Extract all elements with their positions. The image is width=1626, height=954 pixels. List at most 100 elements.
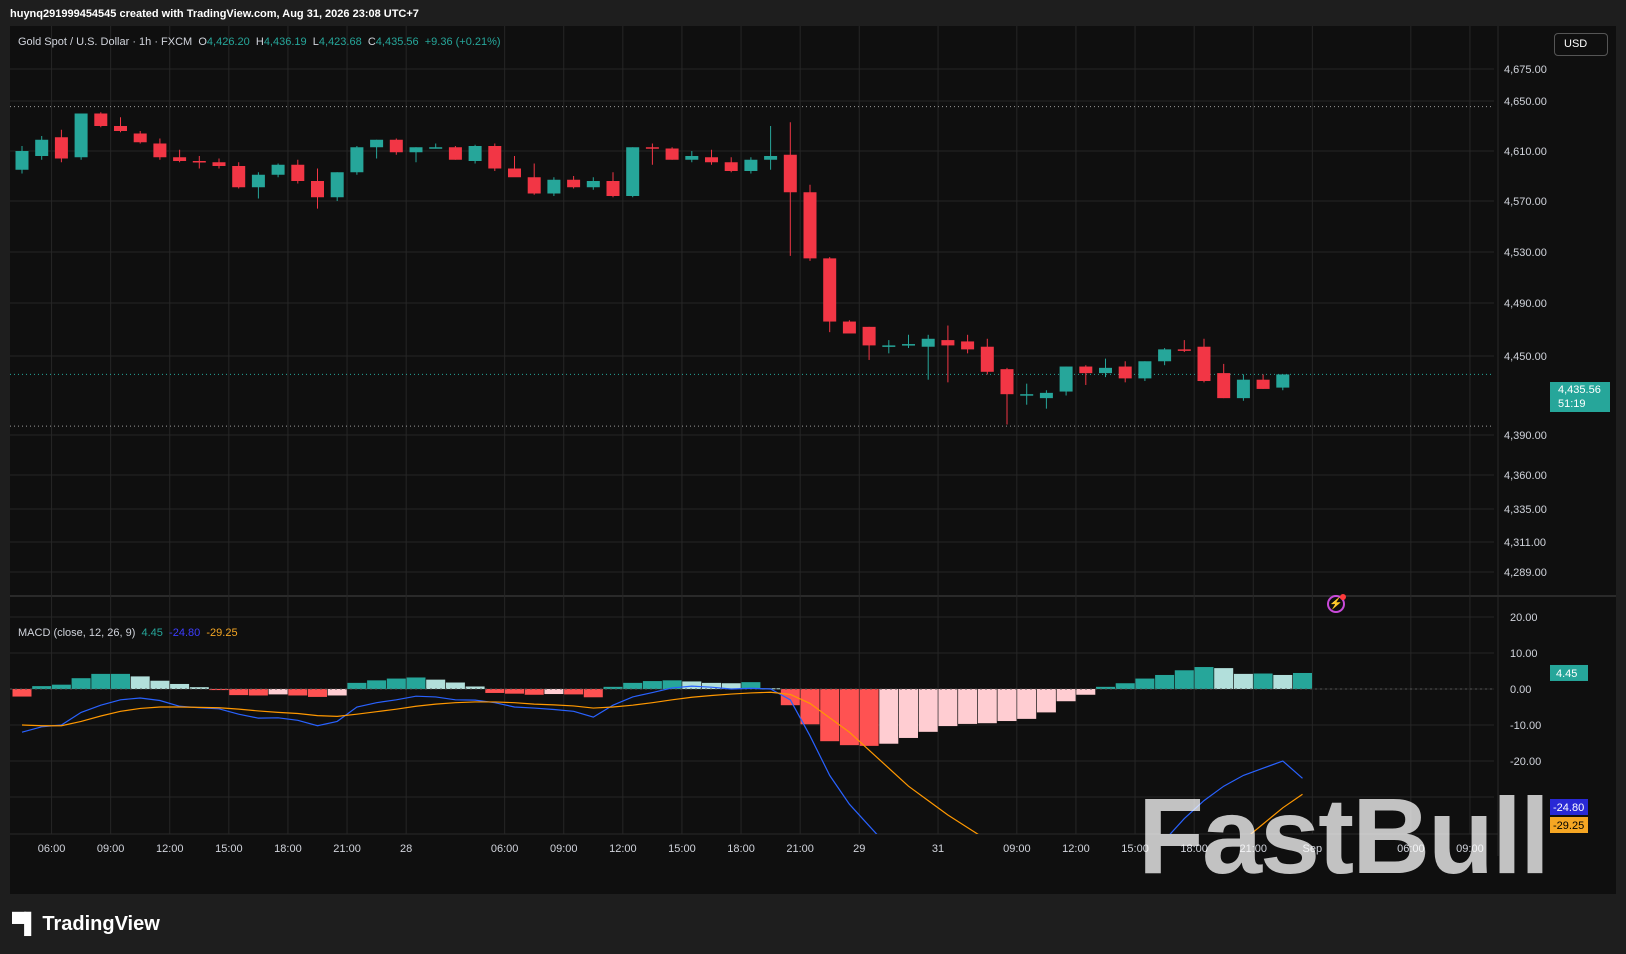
- chart-frame[interactable]: 4,675.00 4,650.00 4,610.00 4,570.00 4,530.00…: [10, 26, 1616, 894]
- macd-histogram-bar: [327, 689, 347, 696]
- candle-body: [114, 126, 127, 131]
- candle-body: [232, 166, 246, 188]
- time-tick-label: 12:00: [156, 843, 184, 855]
- flash-alert-icon[interactable]: ⚡: [1327, 594, 1346, 613]
- macd-histogram-bar: [130, 676, 150, 689]
- signal-line-tag: -29.25: [1553, 820, 1584, 832]
- candle-body: [941, 340, 955, 346]
- symbol-legend: Gold Spot / U.S. Dollar · 1h · FXCM O4,4…: [18, 36, 501, 48]
- candle-body: [1020, 394, 1034, 396]
- candle-body: [1039, 392, 1053, 399]
- macd-histogram-bar: [879, 689, 899, 744]
- macd-legend: MACD (close, 12, 26, 9) 4.45 -24.80 -29.…: [18, 627, 238, 639]
- symbol-title[interactable]: Gold Spot / U.S. Dollar · 1h · FXCM: [18, 36, 192, 48]
- macd-histogram-bar: [406, 677, 426, 689]
- candle-body: [783, 154, 797, 193]
- macd-histogram-bar: [150, 680, 170, 689]
- candle-body: [1118, 366, 1132, 379]
- change-value: +9.36 (+0.21%): [424, 36, 501, 48]
- macd-histogram-bar: [170, 683, 190, 689]
- candle-body: [527, 177, 541, 194]
- candle-body: [645, 147, 659, 149]
- candle-body: [626, 147, 640, 196]
- candle-body: [842, 321, 856, 334]
- candle-body: [902, 344, 915, 346]
- price-tick-label: 4,360.00: [1504, 470, 1547, 482]
- candle-body: [705, 157, 718, 163]
- time-tick-label: 28: [400, 843, 412, 855]
- macd-histogram-bar: [12, 689, 32, 697]
- candle-body: [1158, 349, 1172, 362]
- candle-body: [35, 139, 49, 156]
- tradingview-logo-icon: ▀▌: [12, 913, 38, 935]
- price-tick-label: 4,530.00: [1504, 247, 1547, 259]
- chart-svg[interactable]: 4,675.00 4,650.00 4,610.00 4,570.00 4,530.00…: [10, 26, 1616, 894]
- macd-histogram-bar: [248, 689, 268, 696]
- macd-hist-tag: 4.45: [1556, 668, 1577, 680]
- candle-body: [882, 345, 896, 347]
- macd-histogram-bar: [800, 689, 820, 725]
- candle-body: [1256, 379, 1270, 389]
- macd-histogram-bar: [1155, 674, 1175, 689]
- candle-body: [586, 181, 600, 188]
- open-value: 4,426.20: [206, 36, 250, 48]
- candle-body: [606, 181, 620, 196]
- candle-body: [429, 147, 443, 149]
- candle-body: [133, 133, 147, 143]
- price-tick-label: 4,650.00: [1504, 96, 1547, 108]
- candle-body: [409, 147, 423, 153]
- currency-button[interactable]: USD: [1554, 33, 1608, 56]
- candle-body: [468, 146, 482, 161]
- price-tick-label: 4,450.00: [1504, 351, 1547, 363]
- close-label: C: [367, 36, 376, 48]
- macd-histogram-bar: [1253, 673, 1273, 689]
- candle-body: [251, 174, 265, 188]
- candle-body: [370, 139, 384, 148]
- candle-body: [862, 326, 876, 346]
- macd-histogram-bar: [899, 689, 918, 738]
- candle-body: [1059, 366, 1073, 392]
- macd-line-value: -24.80: [169, 627, 201, 639]
- candle-body: [1217, 373, 1231, 399]
- macd-histogram-bar: [505, 689, 524, 694]
- macd-histogram-bar: [91, 673, 111, 689]
- macd-histogram-bar: [288, 689, 308, 696]
- macd-histogram-bar: [918, 689, 938, 732]
- price-tick-label: 4,570.00: [1504, 196, 1547, 208]
- candle-body: [1079, 366, 1093, 374]
- macd-histogram-bar: [977, 689, 997, 724]
- macd-histogram-bar: [386, 678, 406, 689]
- macd-histogram-bar: [564, 689, 584, 695]
- candle-body: [1177, 349, 1191, 351]
- high-label: H: [255, 36, 264, 48]
- candle-body: [823, 258, 837, 322]
- candle-body: [271, 164, 285, 175]
- macd-title[interactable]: MACD (close, 12, 26, 9): [18, 627, 135, 639]
- candle-body: [803, 192, 817, 259]
- macd-histogram-bar: [859, 689, 879, 746]
- time-tick-label: 06:00: [491, 843, 519, 855]
- macd-histogram-bar: [426, 679, 446, 689]
- macd-histogram-bar: [347, 682, 367, 689]
- time-tick-label: 31: [932, 843, 944, 855]
- candle-body: [1276, 374, 1290, 388]
- candle-body: [212, 162, 226, 166]
- time-tick-label: 21:00: [786, 843, 814, 855]
- low-value: 4,423.68: [318, 36, 362, 48]
- macd-line: [21, 685, 1303, 834]
- macd-histogram-bar: [1056, 689, 1076, 702]
- candle-body: [961, 341, 975, 350]
- macd-histogram-bar: [1293, 672, 1312, 689]
- candle-body: [547, 179, 561, 194]
- macd-histogram-bar: [544, 689, 564, 695]
- time-tick-label: 09:00: [97, 843, 125, 855]
- candle-body: [15, 151, 29, 170]
- macd-histogram-bar: [308, 689, 327, 697]
- macd-histogram-bar: [229, 689, 249, 696]
- tradingview-logo-text: TradingView: [42, 913, 160, 935]
- signal-line: [21, 691, 1303, 834]
- tradingview-logo[interactable]: ▀▌ TradingView: [12, 913, 160, 936]
- time-tick-label: 29: [853, 843, 865, 855]
- high-value: 4,436.19: [263, 36, 307, 48]
- fastbull-watermark: FastBull: [1138, 775, 1550, 896]
